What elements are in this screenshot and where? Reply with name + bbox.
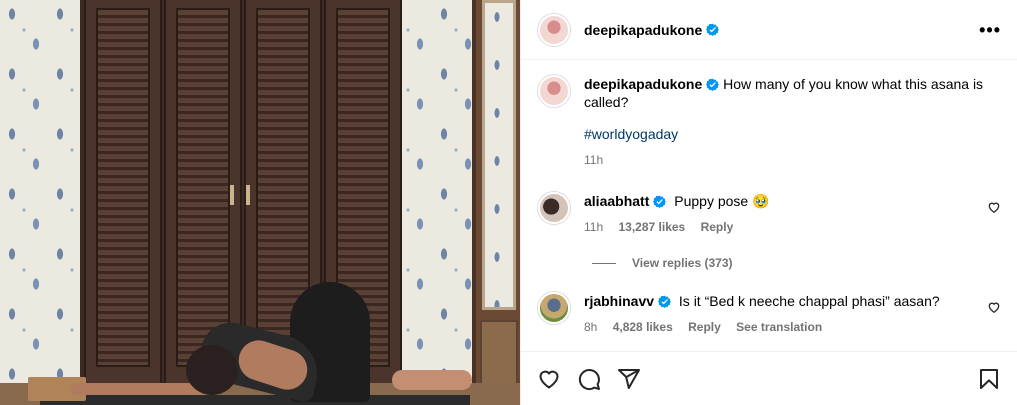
see-translation-button[interactable]: See translation [736,320,822,334]
comments-list: deepikapadukone How many of you know wha… [521,61,1017,351]
comment-timestamp[interactable]: 11h [584,220,603,234]
yoga-mat [40,395,470,405]
commenter-avatar[interactable] [538,292,570,324]
verified-badge-icon [658,295,672,308]
comment-text: Is it “Bed k neeche chappal phasi” aasan… [678,293,940,309]
comment-row: rjabhinavv Is it “Bed k neeche chappal p… [538,292,1001,336]
verified-badge-icon [706,23,720,36]
commenter-username[interactable]: rjabhinavv [584,293,654,309]
person-feet [392,370,472,390]
comment-timestamp[interactable]: 8h [584,320,597,334]
comment-like-heart-icon[interactable] [987,300,1001,314]
caption-author-username[interactable]: deepikapadukone [584,76,702,92]
side-cabinet [472,0,520,405]
post-side-panel: deepikapadukone ••• deepikapadukone How … [520,0,1017,405]
more-options-icon[interactable]: ••• [979,21,1001,39]
comment-row: aliaabhatt Puppy pose 🥹 11h 13,287 likes… [538,192,1001,236]
view-replies-label: View replies (373) [632,256,733,270]
view-replies-button[interactable]: View replies (373) [592,256,733,270]
post-action-bar [521,351,1017,405]
person-head [186,345,238,395]
commenter-avatar[interactable] [538,192,570,224]
verified-badge-icon [706,78,720,91]
hashtag-link[interactable]: #worldyogaday [584,125,1001,143]
bookmark-icon[interactable] [977,367,1001,391]
caption-timestamp[interactable]: 11h [584,153,603,167]
caption-row: deepikapadukone How many of you know wha… [538,75,1001,169]
caption-author-avatar[interactable] [538,75,570,107]
comment-likes-count[interactable]: 4,828 likes [613,320,673,334]
comment-likes-count[interactable]: 13,287 likes [618,220,685,234]
post-header: deepikapadukone ••• [521,0,1017,60]
verified-badge-icon [653,195,667,208]
author-username[interactable]: deepikapadukone [584,22,702,38]
comment-icon[interactable] [577,367,601,391]
heart-icon[interactable] [537,367,561,391]
share-icon[interactable] [617,367,641,391]
post-image[interactable] [0,0,520,405]
reply-button[interactable]: Reply [701,220,734,234]
comment-text: Puppy pose 🥹 [674,193,770,209]
author-avatar[interactable] [538,13,570,46]
commenter-username[interactable]: aliaabhatt [584,193,649,209]
replies-divider [592,262,616,264]
reply-button[interactable]: Reply [688,320,721,334]
person-arm [70,383,210,395]
wardrobe-door [84,0,162,385]
comment-like-heart-icon[interactable] [987,200,1001,214]
